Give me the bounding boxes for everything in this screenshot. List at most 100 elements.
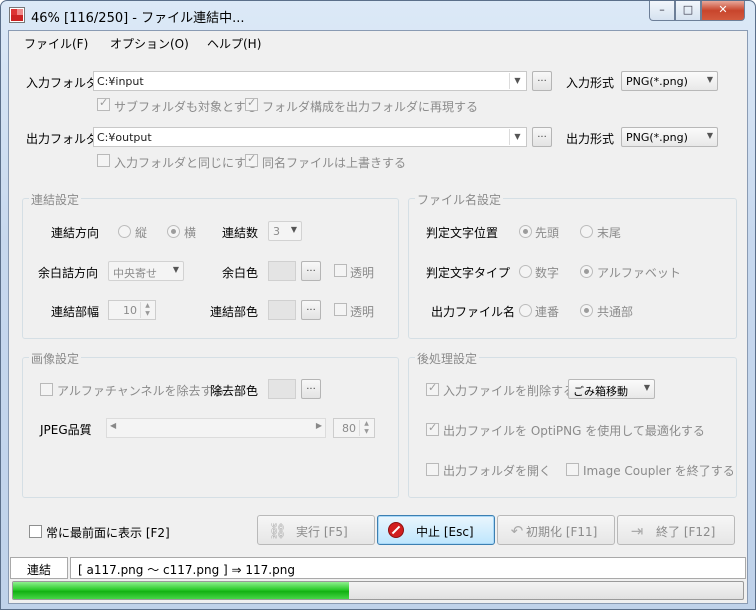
menu-bar: ファイル(F) オプション(O) ヘルプ(H) (9, 31, 747, 53)
trim-direction-value: 中央寄せ (113, 267, 157, 280)
name-sequential-label: 連番 (535, 305, 560, 319)
margin-transparent-checkbox[interactable] (334, 264, 347, 277)
input-format-label: 入力形式 (566, 76, 615, 90)
position-head-radio[interactable] (519, 225, 532, 238)
spin-arrows-icon[interactable]: ▲ ▼ (359, 420, 373, 436)
output-folder-value: C:¥output (97, 131, 152, 144)
run-button-label: 実行 [F5] (296, 525, 348, 539)
output-format-select[interactable]: PNG(*.png) ▼ (621, 127, 718, 147)
remove-alpha-checkbox[interactable] (40, 383, 53, 396)
reset-button[interactable]: ↶ 初期化 [F11] (497, 515, 615, 545)
title-bar[interactable]: 46% [116/250] - ファイル連結中... – □ ✕ (1, 1, 755, 29)
open-folder-label: 出力フォルダを開く (443, 464, 552, 478)
trim-direction-select[interactable]: 中央寄せ ▼ (108, 261, 184, 281)
spin-arrows-icon[interactable]: ▲ ▼ (140, 302, 154, 318)
direction-horizontal-radio[interactable] (167, 225, 180, 238)
chevron-down-icon[interactable]: ▼ (509, 73, 525, 89)
input-folder-value: C:¥input (97, 75, 144, 88)
exit-button[interactable]: ⇥ 終了 [F12] (617, 515, 735, 545)
status-mode-panel: 連結 (10, 557, 68, 579)
always-on-top-checkbox[interactable] (29, 525, 42, 538)
direction-vertical-radio[interactable] (118, 225, 131, 238)
margin-color-swatch (268, 261, 296, 281)
gap-transparent-checkbox[interactable] (334, 303, 347, 316)
output-folder-field[interactable]: C:¥output ▼ (93, 127, 527, 147)
position-tail-radio[interactable] (580, 225, 593, 238)
reproduce-structure-checkbox[interactable] (245, 96, 258, 111)
chevron-down-icon: ▼ (643, 383, 650, 392)
type-digits-radio[interactable] (519, 265, 532, 278)
output-format-value: PNG(*.png) (626, 131, 688, 144)
gap-width-spinner[interactable]: 10 ▲ ▼ (108, 300, 156, 320)
status-message: [ a117.png ～ c117.png ] ⇒ 117.png (78, 563, 295, 577)
input-format-value: PNG(*.png) (626, 75, 688, 88)
direction-vertical-label: 縦 (135, 226, 148, 240)
same-as-input-checkbox[interactable] (97, 154, 110, 167)
chevron-down-icon: ▼ (172, 265, 179, 274)
image-settings-title: 画像設定 (29, 350, 82, 367)
filename-settings-group: ファイル名設定 判定文字位置 先頭 末尾 判定文字タイプ 数字 アルファベット … (408, 191, 737, 339)
open-folder-checkbox[interactable] (426, 463, 439, 476)
window-title: 46% [116/250] - ファイル連結中... (31, 11, 245, 26)
run-button[interactable]: ⛓ 実行 [F5] (257, 515, 375, 545)
filename-settings-title: ファイル名設定 (415, 191, 504, 208)
input-browse-button[interactable]: ... (532, 71, 552, 91)
slider-right-icon[interactable]: ▶ (316, 421, 322, 430)
optipng-checkbox[interactable] (426, 421, 439, 436)
overwrite-label: 同名ファイルは上書きする (262, 156, 407, 170)
app-icon[interactable] (9, 7, 25, 23)
jpeg-quality-label: JPEG品質 (40, 423, 92, 437)
menu-file[interactable]: ファイル(F) (24, 35, 88, 52)
margin-color-button[interactable]: ... (301, 261, 321, 281)
name-common-label: 共通部 (597, 305, 634, 319)
chevron-down-icon: ▼ (290, 225, 297, 234)
stop-button[interactable]: 中止 [Esc] (377, 515, 495, 545)
maximize-button[interactable]: □ (675, 1, 701, 21)
match-type-label: 判定文字タイプ (426, 266, 511, 280)
jpeg-quality-slider[interactable]: ◀ ▶ (106, 418, 326, 438)
close-button[interactable]: ✕ (701, 1, 745, 21)
output-folder-label: 出力フォルダ (26, 132, 99, 146)
input-folder-label: 入力フォルダ (26, 76, 99, 90)
delete-input-label: 入力ファイルを削除する (443, 384, 576, 398)
input-format-select[interactable]: PNG(*.png) ▼ (621, 71, 718, 91)
progress-bar (12, 581, 744, 600)
menu-options[interactable]: オプション(O) (110, 35, 189, 52)
slider-left-icon[interactable]: ◀ (110, 421, 116, 430)
status-message-panel: [ a117.png ～ c117.png ] ⇒ 117.png (70, 557, 746, 579)
post-process-title: 後処理設定 (415, 350, 480, 367)
overwrite-checkbox[interactable] (245, 152, 258, 167)
margin-color-label: 余白色 (222, 266, 259, 280)
optipng-label: 出力ファイルを OptiPNG を使用して最適化する (443, 424, 705, 438)
output-format-label: 出力形式 (566, 132, 615, 146)
count-label: 連結数 (222, 226, 259, 240)
gap-transparent-label: 透明 (350, 305, 375, 319)
concat-settings-title: 連結設定 (29, 191, 82, 208)
menu-help[interactable]: ヘルプ(H) (207, 35, 261, 52)
output-browse-button[interactable]: ... (532, 127, 552, 147)
concat-settings-group: 連結設定 連結方向 縦 横 連結数 3 ▼ 余白詰方向 中央寄せ ▼ 余白色 .… (22, 191, 399, 339)
remove-color-label: 除去部色 (210, 384, 259, 398)
minimize-button[interactable]: – (649, 1, 675, 21)
reproduce-structure-label: フォルダ構成を出力フォルダに再現する (262, 100, 479, 114)
jpeg-quality-spinner[interactable]: 80 ▲ ▼ (333, 418, 375, 438)
include-subfolders-checkbox[interactable] (97, 96, 110, 111)
input-folder-field[interactable]: C:¥input ▼ (93, 71, 527, 91)
chevron-down-icon[interactable]: ▼ (509, 129, 525, 145)
undo-icon: ↶ (510, 522, 524, 540)
remove-color-button[interactable]: ... (301, 379, 321, 399)
match-position-label: 判定文字位置 (426, 226, 499, 240)
position-head-label: 先頭 (535, 226, 560, 240)
exit-button-label: 終了 [F12] (656, 525, 716, 539)
delete-input-checkbox[interactable] (426, 381, 439, 396)
gap-color-button[interactable]: ... (301, 300, 321, 320)
name-sequential-radio[interactable] (519, 304, 532, 317)
quit-app-checkbox[interactable] (566, 463, 579, 476)
delete-mode-select[interactable]: ごみ箱移動 ▼ (568, 379, 655, 399)
count-select[interactable]: 3 ▼ (268, 221, 302, 241)
gap-width-label: 連結部幅 (51, 305, 100, 319)
direction-horizontal-label: 横 (184, 226, 197, 240)
type-alphabet-radio[interactable] (580, 265, 593, 278)
name-common-radio[interactable] (580, 304, 593, 317)
margin-transparent-label: 透明 (350, 266, 375, 280)
